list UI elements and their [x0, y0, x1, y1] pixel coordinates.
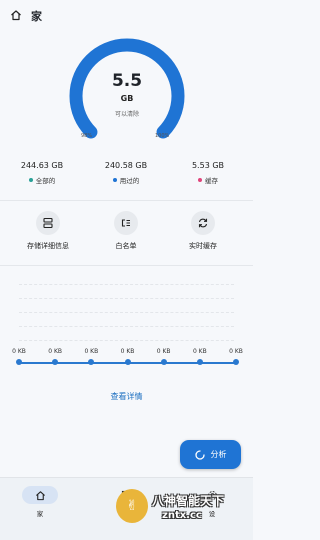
stat-total-label: 全部的 — [35, 177, 56, 185]
nav-item-home[interactable]: 家 — [10, 486, 70, 518]
storage-details-button[interactable]: 存储详细信息 — [13, 211, 83, 251]
page-title: 家 — [31, 10, 42, 23]
chart-point — [160, 359, 167, 365]
gauge-arc — [69, 38, 185, 139]
chart-gridline — [19, 312, 234, 313]
chart-point-label: 0 KB — [48, 348, 63, 355]
stat-total: 244.63 GB 全部的 — [14, 161, 70, 185]
cache-dot-icon — [198, 178, 202, 182]
chart-gridline — [19, 284, 234, 285]
cache-chart: 0 KB 0 KB 0 KB 0 KB 0 KB 0 KB 0 KB — [0, 270, 253, 380]
divider — [0, 265, 253, 266]
stat-used-value: 240.58 GB — [104, 161, 148, 170]
whitelist-button[interactable]: 白名单 — [91, 211, 161, 251]
chart-point — [196, 359, 203, 365]
home-icon — [11, 10, 21, 21]
gauge-value: 5.5 — [111, 71, 143, 91]
total-dot-icon — [28, 178, 33, 182]
watermark: ✌ 八神智能天下 zntx.cc — [114, 486, 246, 530]
divider — [0, 200, 253, 201]
top-bar: 家 — [0, 0, 253, 32]
chart-gridline — [19, 298, 234, 299]
storage-gauge: 5.5 GB 可以清除 98% 100% — [60, 38, 194, 148]
stat-cache-label: 缓存 — [205, 177, 218, 185]
whitelist-label: 白名单 — [115, 242, 137, 250]
chart-point — [233, 359, 239, 365]
chart-gridline — [19, 326, 234, 327]
realtime-cache-button[interactable]: 实时缓存 — [168, 211, 238, 251]
storage-details-label: 存储详细信息 — [27, 242, 69, 250]
stat-used-label: 用过的 — [119, 177, 140, 185]
chart-point-label: 0 KB — [192, 348, 207, 355]
storage-icon — [43, 217, 53, 229]
stat-cache-value: 5.53 GB — [191, 161, 225, 170]
chart-point-label: 0 KB — [156, 348, 171, 355]
chart-point — [124, 359, 131, 365]
watermark-url: zntx.cc — [162, 510, 202, 521]
whitelist-icon — [121, 219, 130, 227]
nav-home-label: 家 — [36, 510, 44, 518]
chart-point-label: 0 KB — [229, 348, 243, 355]
gauge-min-label: 98% — [81, 133, 93, 139]
gauge-subtitle: 可以清除 — [114, 111, 139, 118]
chart-point-label: 0 KB — [12, 348, 26, 355]
chart-gridline — [19, 340, 234, 341]
chart-point — [88, 359, 95, 365]
chart-point — [16, 359, 22, 365]
gauge-max-label: 100% — [155, 133, 170, 139]
realtime-cache-label: 实时缓存 — [189, 242, 217, 250]
analyze-button[interactable]: 分析 — [180, 440, 241, 469]
stat-total-value: 244.63 GB — [20, 161, 64, 170]
watermark-title: 八神智能天下 — [152, 494, 225, 508]
chart-point-label: 0 KB — [84, 348, 99, 355]
watermark-logo-icon: ✌ — [116, 489, 148, 523]
analyze-label: 分析 — [210, 450, 227, 459]
home-icon — [35, 490, 45, 500]
refresh-icon — [198, 218, 208, 228]
chart-point-label: 0 KB — [120, 348, 135, 355]
chart-point — [52, 359, 59, 365]
gauge-unit: GB — [120, 94, 134, 103]
stat-cache: 5.53 GB 缓存 — [183, 161, 233, 185]
loading-icon — [194, 449, 205, 460]
used-dot-icon — [112, 178, 117, 182]
view-details-link[interactable]: 查看详情 — [0, 391, 253, 402]
stat-used: 240.58 GB 用过的 — [98, 161, 154, 185]
